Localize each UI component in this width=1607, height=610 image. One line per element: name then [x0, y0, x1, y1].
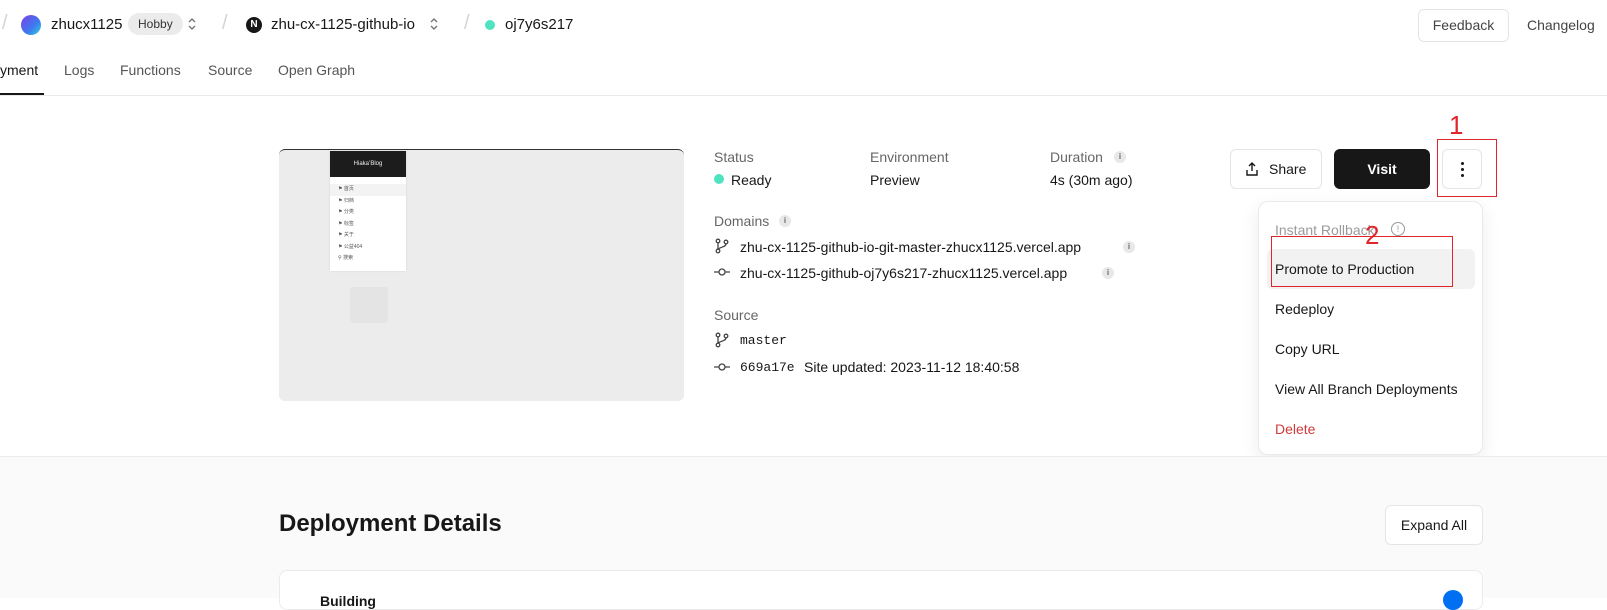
instant-rollback-info-icon[interactable]: !: [1391, 222, 1405, 236]
menu-item-copy-url[interactable]: Copy URL: [1275, 341, 1340, 357]
status-ready-dot: [714, 174, 724, 184]
menu-item-delete[interactable]: Delete: [1275, 421, 1315, 437]
deployment-details-title: Deployment Details: [279, 510, 502, 537]
domains-label: Domains: [714, 213, 770, 229]
annotation-number-2: 2: [1365, 220, 1380, 250]
tab-deployment[interactable]: yment: [0, 62, 38, 78]
success-check-icon: [1443, 590, 1463, 610]
deployment-status-dot: [485, 20, 495, 30]
building-label: Building: [320, 593, 376, 609]
team-name[interactable]: zhucx1125: [51, 16, 122, 33]
status-label: Status: [714, 149, 754, 165]
visit-button[interactable]: Visit: [1334, 149, 1430, 189]
git-branch-icon: [715, 238, 729, 254]
duration-value: 4s (30m ago): [1050, 172, 1133, 188]
environment-label: Environment: [870, 149, 949, 165]
source-label: Source: [714, 307, 759, 323]
project-name[interactable]: zhu-cx-1125-github-io: [271, 16, 415, 33]
nextjs-logo-icon: N: [246, 17, 262, 33]
duration-info-icon[interactable]: i: [1114, 151, 1126, 163]
git-commit-icon: [714, 363, 730, 371]
annotation-box-1: [1437, 139, 1497, 197]
domain-info-icon[interactable]: i: [1102, 267, 1114, 279]
top-bar: / zhucx1125 Hobby / N zhu-cx-1125-github…: [0, 0, 1607, 50]
plan-badge: Hobby: [128, 13, 183, 35]
tab-open-graph[interactable]: Open Graph: [278, 62, 355, 78]
project-switcher-chevron-icon[interactable]: [428, 14, 440, 34]
building-accordion[interactable]: Building: [279, 570, 1483, 610]
duration-label: Duration: [1050, 149, 1103, 165]
breadcrumb-separator: /: [2, 12, 8, 34]
preview-menu-item: ⚑ 关于: [338, 232, 354, 238]
source-branch[interactable]: master: [740, 333, 787, 348]
preview-menu-item: ⚑ 标签: [338, 220, 354, 227]
tab-logs[interactable]: Logs: [64, 62, 94, 78]
source-commit-message: Site updated: 2023-11-12 18:40:58: [804, 359, 1020, 375]
tabs-divider: [0, 95, 1607, 96]
team-switcher-chevron-icon[interactable]: [186, 14, 198, 34]
deployment-preview-thumbnail[interactable]: Hiaka’Blog ⚑ 首页 ⚑ 归档 ⚑ 分类 ⚑ 标签 ⚑ 关于 ⚑ 公益…: [279, 149, 684, 401]
share-button[interactable]: Share: [1230, 149, 1322, 189]
source-commit-hash[interactable]: 669a17e: [740, 360, 795, 375]
deployment-id[interactable]: oj7y6s217: [505, 16, 573, 33]
preview-menu-item: ⚲ 搜索: [338, 255, 354, 261]
tab-source[interactable]: Source: [208, 62, 252, 78]
menu-item-redeploy[interactable]: Redeploy: [1275, 301, 1334, 317]
git-commit-icon: [714, 268, 730, 276]
preview-site-title: Hiaka’Blog: [330, 151, 406, 177]
feedback-button[interactable]: Feedback: [1418, 9, 1509, 42]
preview-menu-item: ⚑ 首页: [330, 184, 406, 196]
changelog-link[interactable]: Changelog: [1527, 17, 1595, 33]
preview-menu-item: ⚑ 分类: [338, 209, 354, 215]
tab-functions[interactable]: Functions: [120, 62, 181, 78]
status-value: Ready: [731, 172, 772, 188]
preview-placeholder-box: [350, 287, 388, 323]
domains-info-icon[interactable]: i: [779, 215, 791, 227]
menu-item-view-all-branch-deployments[interactable]: View All Branch Deployments: [1275, 381, 1458, 397]
environment-value: Preview: [870, 172, 920, 188]
preview-menu-item: ⚑ 公益404: [338, 243, 363, 250]
git-branch-icon: [715, 332, 729, 348]
domain-link-deployment[interactable]: zhu-cx-1125-github-oj7y6s217-zhucx1125.v…: [740, 265, 1067, 281]
expand-all-button[interactable]: Expand All: [1385, 505, 1483, 545]
breadcrumb-separator: /: [464, 12, 470, 34]
annotation-box-2: [1271, 236, 1453, 287]
domain-info-icon[interactable]: i: [1123, 241, 1135, 253]
annotation-number-1: 1: [1449, 110, 1464, 140]
preview-menu-item: ⚑ 归档: [338, 197, 354, 204]
breadcrumb-separator: /: [222, 12, 228, 34]
share-button-label: Share: [1269, 161, 1307, 177]
team-avatar[interactable]: [21, 15, 41, 35]
domain-link-branch[interactable]: zhu-cx-1125-github-io-git-master-zhucx11…: [740, 239, 1081, 255]
preview-site-sidebar: Hiaka’Blog ⚑ 首页 ⚑ 归档 ⚑ 分类 ⚑ 标签 ⚑ 关于 ⚑ 公益…: [330, 151, 406, 271]
share-icon: [1246, 162, 1258, 176]
